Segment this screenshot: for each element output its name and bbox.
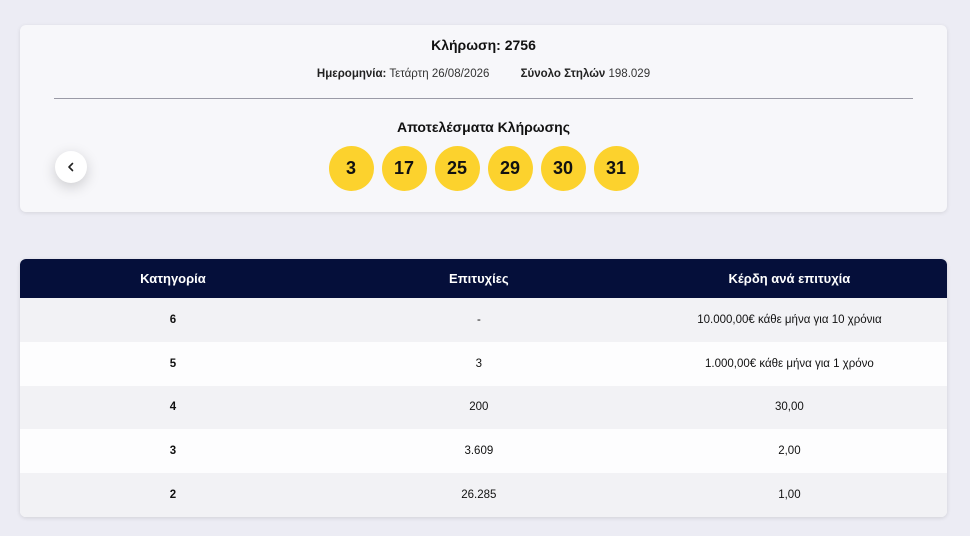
columns-label: Σύνολο Στηλών — [520, 68, 606, 80]
date-label: Ημερομηνία: — [316, 68, 387, 80]
header-prize: Κέρδη ανά επιτυχία — [728, 271, 851, 286]
prize-cell: 30,00 — [775, 401, 804, 414]
category-cell: 4 — [169, 401, 177, 414]
number-ball: 30 — [540, 146, 586, 191]
category-cell: 5 — [169, 357, 177, 370]
columns-value: 198.029 — [608, 68, 651, 80]
prize-cell: 1,00 — [778, 489, 801, 502]
winners-cell: 200 — [469, 401, 489, 414]
table-header-row: Κατηγορία Επιτυχίες Κέρδη ανά επιτυχία — [20, 259, 947, 298]
category-cell: 3 — [169, 445, 177, 458]
divider — [54, 98, 913, 99]
prize-cell: 10.000,00€ κάθε μήνα για 10 χρόνια — [697, 313, 882, 326]
winners-cell: 26.285 — [461, 489, 497, 502]
results-title: Αποτελέσματα Κλήρωσης — [396, 119, 571, 135]
number-ball: 29 — [487, 146, 533, 191]
table-row: 5 3 1.000,00€ κάθε μήνα για 1 χρόνο — [20, 341, 947, 386]
prize-cell: 1.000,00€ κάθε μήνα για 1 χρόνο — [705, 357, 874, 370]
table-row: 3 3.609 2,00 — [20, 429, 947, 474]
number-ball: 3 — [328, 146, 374, 191]
prize-table-card: Κατηγορία Επιτυχίες Κέρδη ανά επιτυχία 6… — [20, 259, 947, 517]
date-value: Τετάρτη 26/08/2026 — [389, 68, 490, 80]
draw-columns: Σύνολο Στηλών 198.029 — [521, 68, 651, 80]
winning-numbers: 3 17 25 29 30 31 — [20, 146, 947, 191]
draw-date: Ημερομηνία: Τετάρτη 26/08/2026 — [317, 68, 490, 80]
number-ball: 17 — [381, 146, 427, 191]
number-ball: 25 — [434, 146, 480, 191]
draw-title: Κλήρωση: 2756 — [431, 37, 536, 53]
table-row: 2 26.285 1,00 — [20, 473, 947, 517]
header-winners: Επιτυχίες — [449, 271, 509, 286]
prize-table: Κατηγορία Επιτυχίες Κέρδη ανά επιτυχία 6… — [20, 259, 947, 517]
header-category: Κατηγορία — [140, 271, 206, 286]
draw-meta: Ημερομηνία: Τετάρτη 26/08/2026 Σύνολο Στ… — [20, 68, 947, 80]
table-row: 4 200 30,00 — [20, 385, 947, 430]
category-cell: 6 — [169, 313, 177, 326]
winners-cell: - — [476, 313, 481, 326]
winners-cell: 3 — [475, 357, 483, 370]
prize-cell: 2,00 — [778, 445, 801, 458]
table-row: 6 - 10.000,00€ κάθε μήνα για 10 χρόνια — [20, 298, 947, 342]
winners-cell: 3.609 — [464, 445, 494, 458]
number-ball: 31 — [593, 146, 639, 191]
category-cell: 2 — [169, 489, 177, 502]
draw-info-card: Κλήρωση: 2756 Ημερομηνία: Τετάρτη 26/08/… — [20, 25, 947, 212]
